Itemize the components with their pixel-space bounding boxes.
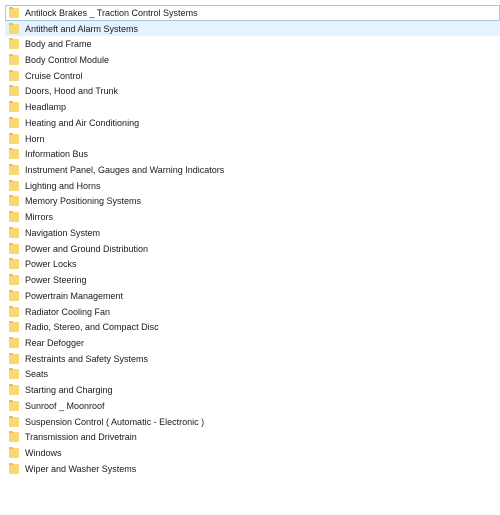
folder-icon <box>9 54 19 66</box>
folder-item[interactable]: Power Steering <box>5 272 500 288</box>
folder-icon <box>9 101 19 113</box>
folder-label: Body Control Module <box>25 55 110 66</box>
folder-item[interactable]: Body and Frame <box>5 36 500 52</box>
folder-item[interactable]: Horn <box>5 131 500 147</box>
folder-icon <box>9 258 19 270</box>
folder-label: Information Bus <box>25 149 89 160</box>
folder-list: Antilock Brakes _ Traction Control Syste… <box>5 5 500 477</box>
folder-label: Power and Ground Distribution <box>25 243 149 254</box>
folder-label: Antitheft and Alarm Systems <box>25 23 139 34</box>
folder-item[interactable]: Antitheft and Alarm Systems <box>5 20 500 37</box>
folder-item[interactable]: Windows <box>5 445 500 461</box>
folder-icon <box>9 211 19 223</box>
folder-icon <box>9 368 19 380</box>
folder-icon <box>9 242 19 254</box>
folder-icon <box>9 415 19 427</box>
folder-item[interactable]: Cruise Control <box>5 68 500 84</box>
folder-item[interactable]: Navigation System <box>5 225 500 241</box>
folder-icon <box>9 399 19 411</box>
folder-icon <box>9 69 19 81</box>
folder-icon <box>9 446 19 458</box>
folder-item[interactable]: Seats <box>5 367 500 383</box>
folder-icon <box>9 164 19 176</box>
folder-label: Windows <box>25 447 62 458</box>
folder-label: Starting and Charging <box>25 385 113 396</box>
folder-icon <box>9 38 19 50</box>
folder-icon <box>9 195 19 207</box>
folder-item[interactable]: Wiper and Washer Systems <box>5 461 500 477</box>
folder-item[interactable]: Power Locks <box>5 257 500 273</box>
folder-item[interactable]: Information Bus <box>5 146 500 162</box>
folder-item[interactable]: Rear Defogger <box>5 335 500 351</box>
folder-label: Rear Defogger <box>25 337 85 348</box>
folder-label: Power Locks <box>25 259 77 270</box>
folder-label: Headlamp <box>25 102 67 113</box>
folder-label: Suspension Control ( Automatic - Electro… <box>25 416 205 427</box>
folder-item[interactable]: Memory Positioning Systems <box>5 194 500 210</box>
folder-label: Wiper and Washer Systems <box>25 463 137 474</box>
folder-label: Memory Positioning Systems <box>25 196 142 207</box>
folder-label: Doors, Hood and Trunk <box>25 86 119 97</box>
folder-icon <box>9 179 19 191</box>
folder-item[interactable]: Radiator Cooling Fan <box>5 304 500 320</box>
folder-item[interactable]: Lighting and Horns <box>5 178 500 194</box>
folder-item[interactable]: Mirrors <box>5 209 500 225</box>
folder-icon <box>9 148 19 160</box>
folder-item[interactable]: Starting and Charging <box>5 382 500 398</box>
folder-icon <box>9 116 19 128</box>
folder-icon <box>9 22 19 34</box>
folder-label: Body and Frame <box>25 39 92 50</box>
folder-icon <box>9 226 19 238</box>
folder-icon <box>9 352 19 364</box>
folder-icon <box>9 321 19 333</box>
folder-item[interactable]: Transmission and Drivetrain <box>5 429 500 445</box>
folder-item[interactable]: Body Control Module <box>5 52 500 68</box>
folder-label: Transmission and Drivetrain <box>25 432 137 443</box>
folder-icon <box>9 384 19 396</box>
folder-label: Instrument Panel, Gauges and Warning Ind… <box>25 165 225 176</box>
folder-label: Restraints and Safety Systems <box>25 353 149 364</box>
folder-item[interactable]: Antilock Brakes _ Traction Control Syste… <box>5 5 500 21</box>
folder-item[interactable]: Sunroof _ Moonroof <box>5 398 500 414</box>
folder-item[interactable]: Headlamp <box>5 99 500 115</box>
folder-item[interactable]: Doors, Hood and Trunk <box>5 84 500 100</box>
folder-item[interactable]: Restraints and Safety Systems <box>5 351 500 367</box>
folder-label: Radio, Stereo, and Compact Disc <box>25 322 159 333</box>
folder-item[interactable]: Powertrain Management <box>5 288 500 304</box>
folder-item[interactable]: Radio, Stereo, and Compact Disc <box>5 319 500 335</box>
folder-label: Heating and Air Conditioning <box>25 117 140 128</box>
folder-icon <box>9 274 19 286</box>
folder-item[interactable]: Heating and Air Conditioning <box>5 115 500 131</box>
folder-label: Antilock Brakes _ Traction Control Syste… <box>25 7 198 18</box>
folder-item[interactable]: Instrument Panel, Gauges and Warning Ind… <box>5 162 500 178</box>
folder-label: Powertrain Management <box>25 290 124 301</box>
folder-icon <box>9 462 19 474</box>
folder-label: Mirrors <box>25 212 53 223</box>
folder-icon <box>9 85 19 97</box>
folder-icon <box>9 6 19 18</box>
folder-label: Seats <box>25 369 49 380</box>
folder-icon <box>9 132 19 144</box>
folder-icon <box>9 431 19 443</box>
folder-label: Sunroof _ Moonroof <box>25 400 105 411</box>
folder-icon <box>9 336 19 348</box>
folder-label: Navigation System <box>25 227 101 238</box>
folder-icon <box>9 305 19 317</box>
folder-label: Lighting and Horns <box>25 180 101 191</box>
folder-item[interactable]: Power and Ground Distribution <box>5 241 500 257</box>
folder-icon <box>9 289 19 301</box>
folder-label: Horn <box>25 133 45 144</box>
folder-label: Cruise Control <box>25 70 83 81</box>
folder-item[interactable]: Suspension Control ( Automatic - Electro… <box>5 414 500 430</box>
folder-label: Radiator Cooling Fan <box>25 306 111 317</box>
folder-label: Power Steering <box>25 275 87 286</box>
